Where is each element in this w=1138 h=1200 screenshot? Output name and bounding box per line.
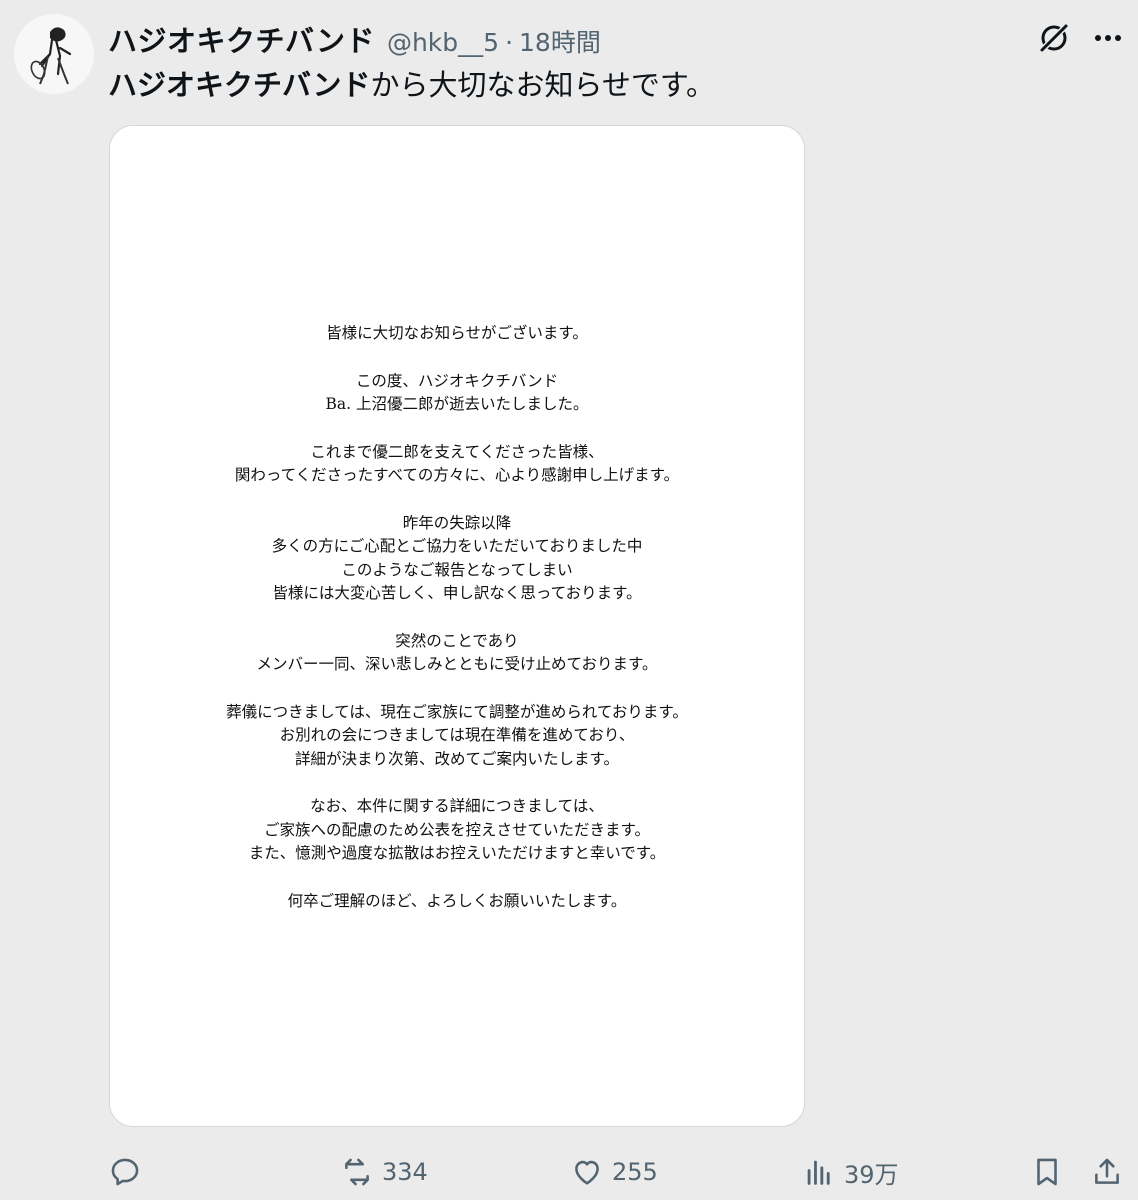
notice-paragraph: 何卒ご理解のほど、よろしくお願いいたします。 (110, 890, 804, 914)
like-button[interactable]: 255 (570, 1148, 658, 1196)
notice-paragraph: 皆様に大切なお知らせがございます。 (110, 322, 804, 346)
timestamp[interactable]: 18時間 (519, 28, 601, 57)
post-text: ハジオキクチバンドから大切なお知らせです。 (108, 62, 715, 104)
more-icon[interactable] (1090, 20, 1126, 56)
announcement-text: 皆様に大切なお知らせがございます。 この度、ハジオキクチバンド Ba. 上沼優二郎が… (110, 322, 804, 937)
notice-paragraph: この度、ハジオキクチバンド Ba. 上沼優二郎が逝去いたしました。 (110, 370, 804, 417)
post-header: ハジオキクチバンド @hkb__5 · 18時間 (108, 18, 601, 60)
notice-line: この度、ハジオキクチバンド (355, 371, 559, 390)
post-text-bold: ハジオキクチバンド (108, 68, 371, 102)
notice-paragraph: なお、本件に関する詳細につきましては、ご家族への配慮のため公表を控えさせていただ… (110, 795, 804, 866)
views-icon (807, 1160, 830, 1185)
notice-line: 詳細が決まり次第、改めてご案内いたします。 (295, 749, 619, 768)
share-icon (1095, 1158, 1119, 1184)
grok-icon[interactable] (1036, 20, 1072, 56)
repost-count: 334 (382, 1158, 428, 1186)
notice-line: お別れの会につきましては現在準備を進めており、 (279, 726, 635, 744)
notice-line: 関わってくださったすべての方々に、心より感謝申し上げます。 (234, 466, 680, 484)
like-count: 255 (612, 1158, 658, 1186)
notice-paragraph: 突然のことでありメンバー一同、深い悲しみとともに受け止めております。 (110, 630, 804, 677)
reply-button[interactable] (108, 1148, 142, 1196)
avatar-illustration (14, 14, 94, 94)
attached-image[interactable]: 皆様に大切なお知らせがございます。 この度、ハジオキクチバンド Ba. 上沼優二郎が… (109, 125, 805, 1127)
notice-line: メンバー一同、深い悲しみとともに受け止めております。 (256, 655, 658, 673)
repost-icon (345, 1158, 369, 1186)
views-count: 39万 (844, 1160, 899, 1189)
notice-paragraph: 葬儀につきましては、現在ご家族にて調整が進められております。 お別れの会につきまし… (110, 701, 804, 772)
notice-paragraph: これまで優二郎を支えてくださった皆様、関わってくださったすべての方々に、心より感… (110, 441, 804, 488)
bookmark-icon (1037, 1158, 1057, 1186)
notice-line: このようなご報告となってしまい (341, 560, 573, 579)
bookmark-button[interactable] (1030, 1148, 1064, 1196)
post-meta: @hkb__5 · 18時間 (387, 23, 601, 59)
action-bar: 334 255 39万 (0, 1148, 1138, 1196)
views-button[interactable]: 39万 (802, 1148, 899, 1196)
notice-line: 突然のことであり (395, 631, 519, 650)
notice-line: 皆様には大変心苦しく、申し訳なく思っております。 (272, 584, 642, 602)
notice-line: 葬儀につきましては、現在ご家族にて調整が進められております。 (226, 702, 688, 721)
display-name[interactable]: ハジオキクチバンド (108, 18, 375, 60)
notice-line: また、憶測や過度な拡散はお控えいただけますと幸いです。 (248, 844, 666, 862)
share-button[interactable] (1090, 1148, 1124, 1196)
notice-line: ご家族への配慮のため公表を控えさせていただきます。 (264, 820, 650, 839)
notice-line: 多くの方にご心配とご協力をいただいておりました中 (271, 537, 643, 555)
post-text-rest: から大切なお知らせです。 (370, 68, 715, 102)
notice-line: これまで優二郎を支えてくださった皆様、 (310, 442, 604, 461)
reply-icon (111, 1158, 139, 1186)
heart-icon (575, 1160, 599, 1185)
handle[interactable]: @hkb__5 (387, 28, 499, 57)
notice-line: 昨年の失踪以降 (402, 513, 512, 532)
notice-line: なお、本件に関する詳細につきましては、 (310, 797, 604, 815)
notice-line: 何卒ご理解のほど、よろしくお願いいたします。 (287, 891, 627, 910)
repost-button[interactable]: 334 (340, 1148, 428, 1196)
notice-line: 皆様に大切なお知らせがございます。 (326, 324, 588, 342)
avatar[interactable] (14, 14, 94, 94)
notice-line: Ba. 上沼優二郎が逝去いたしました。 (325, 395, 589, 413)
separator: · (505, 28, 514, 57)
notice-paragraph: 昨年の失踪以降多くの方にご心配とご協力をいただいておりました中 このようなご報告と… (110, 512, 804, 606)
